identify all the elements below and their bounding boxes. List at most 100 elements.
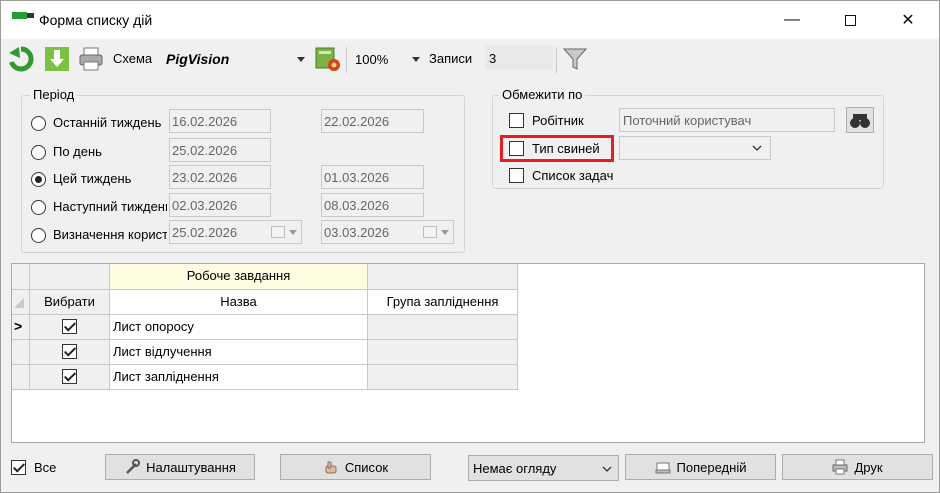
window-title: Форма списку дій [39,12,153,28]
records-label: Записи [429,51,473,66]
wrench-icon [126,459,141,474]
task-list-checkbox[interactable] [509,168,524,183]
table-cell-select[interactable] [30,315,110,340]
column-header-name[interactable]: Назва [110,290,368,315]
row-header [12,365,30,390]
refresh-icon[interactable] [7,45,35,73]
close-button[interactable]: ✕ [885,1,931,39]
minimize-button[interactable]: — [769,1,815,39]
printer-icon[interactable] [77,45,105,73]
period-custom-from-picker[interactable]: 25.02.2026 [169,220,302,244]
grid-band-spacer [368,264,518,290]
row-select-checkbox[interactable] [62,344,77,359]
printer-icon [832,459,848,475]
period-to-date: 08.03.2026 [321,193,424,217]
pig-type-checkbox[interactable] [509,141,524,156]
period-group-title: Період [30,87,78,102]
calendar-icon [271,226,285,238]
task-grid: Робоче завдання Вибрати Назва Група запл… [11,263,925,443]
grid-band-spacer [30,264,110,290]
window: Форма списку дій — ✕ Схема PigVision 100… [0,0,940,493]
period-option-label: По день [53,144,102,159]
select-worker-button[interactable] [846,107,874,133]
download-icon[interactable] [43,45,71,73]
table-cell-select[interactable] [30,365,110,390]
period-option-label: Цей тиждень [53,171,132,186]
period-custom-radio[interactable] [31,228,46,243]
table-cell-group[interactable] [368,365,518,390]
date-value: 03.03.2026 [324,225,390,240]
zoom-value: 100% [355,52,389,67]
scheme-value: PigVision [166,51,230,67]
period-custom-to-picker[interactable]: 03.03.2026 [321,220,454,244]
preview-button[interactable]: Попередній [625,454,776,480]
list-button-label: Список [344,459,389,475]
view-select[interactable]: Немає огляду [468,455,619,481]
column-header-group[interactable]: Група запліднення [368,290,518,315]
period-from-date: 23.02.2026 [169,165,271,189]
chevron-down-icon [602,466,612,472]
worker-field: Поточний користувач [619,108,835,132]
pig-type-select[interactable] [619,136,771,160]
table-cell-name[interactable]: Лист відлучення [110,340,368,365]
task-list-label: Список задач [532,168,614,183]
maximize-button[interactable] [827,1,873,39]
settings-button[interactable]: Налаштування [105,454,255,480]
period-from-date: 16.02.2026 [169,109,271,133]
app-icon [12,12,34,20]
chevron-down-icon [412,57,420,62]
period-last-week-radio[interactable] [31,116,46,131]
period-by-day-radio[interactable] [31,145,46,160]
binoculars-icon [850,114,870,128]
pig-type-label: Тип свиней [532,141,600,156]
current-row-indicator: > [12,315,30,340]
period-from-date: 02.03.2026 [169,193,271,217]
table-cell-group[interactable] [368,315,518,340]
scheme-label: Схема [113,51,153,66]
table-cell-group[interactable] [368,340,518,365]
row-select-checkbox[interactable] [62,319,77,334]
view-select-value: Немає огляду [473,461,557,476]
toolbar-separator [556,47,557,73]
chevron-down-icon [752,145,762,151]
list-button[interactable]: Список [280,454,431,480]
calendar-icon [423,226,437,238]
limit-group-title: Обмежити по [499,87,586,102]
period-option-label: Визначення користувачем [53,227,167,242]
date-value: 25.02.2026 [172,225,238,240]
row-select-checkbox[interactable] [62,369,77,384]
zoom-select[interactable]: 100% [350,47,424,71]
period-next-week-radio[interactable] [31,200,46,215]
scheme-settings-icon[interactable] [314,45,342,73]
period-option-label: Наступний тиждень [53,199,167,214]
title-bar: Форма списку дій — ✕ [1,1,939,39]
select-all-label: Все [34,460,57,475]
select-all-checkbox[interactable] [11,460,26,475]
worker-checkbox[interactable] [509,113,524,128]
period-option-label: Останній тиждень [53,115,162,130]
period-to-date: 01.03.2026 [321,165,424,189]
period-to-date: 22.02.2026 [321,109,424,133]
period-from-date: 25.02.2026 [169,138,271,162]
table-cell-name[interactable]: Лист запліднення [110,365,368,390]
toolbar: Схема PigVision 100% Записи 3 [1,39,939,79]
column-header-select[interactable]: Вибрати [30,290,110,315]
print-button-label: Друк [854,459,883,475]
resize-corner-icon [14,298,24,308]
table-cell-select[interactable] [30,340,110,365]
worker-label: Робітник [532,113,584,128]
row-header [12,340,30,365]
chevron-down-icon [441,230,449,235]
grid-corner [12,290,30,315]
print-button[interactable]: Друк [782,454,933,480]
hand-pointer-icon [325,461,337,474]
period-this-week-radio[interactable] [31,172,46,187]
filter-icon[interactable] [561,45,589,73]
print-preview-icon [655,462,671,474]
records-count: 3 [485,46,553,70]
grid-band-header: Робоче завдання [110,264,368,290]
table-cell-name[interactable]: Лист опоросу [110,315,368,340]
grid-corner [12,264,30,290]
preview-button-label: Попередній [676,459,747,475]
scheme-select[interactable]: PigVision [161,47,309,71]
